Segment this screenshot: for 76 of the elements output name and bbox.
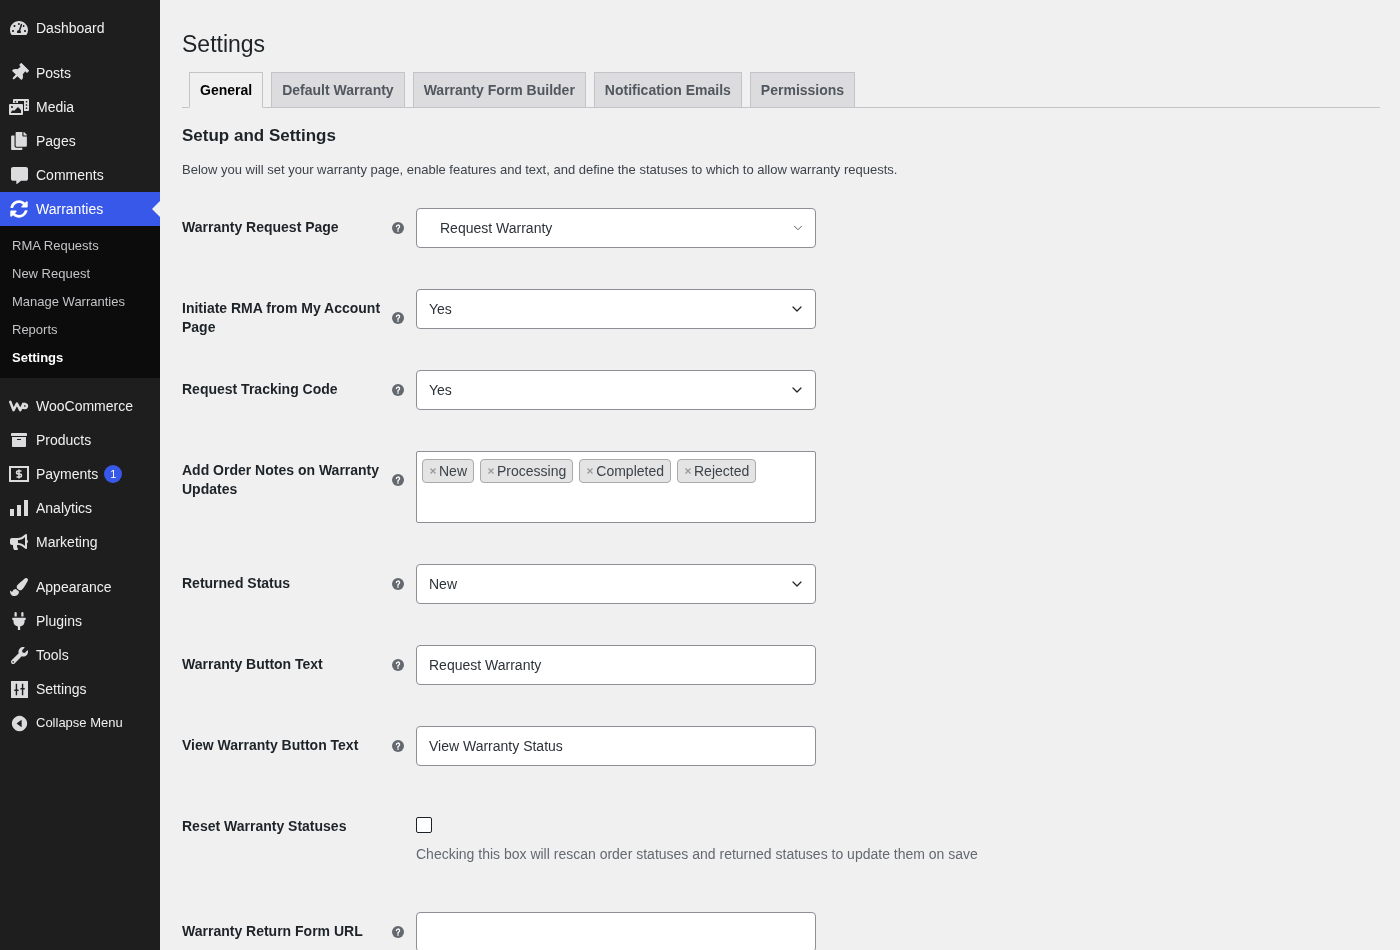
gauge-icon (10, 19, 28, 37)
tab[interactable]: Warranty Form Builder (412, 72, 586, 108)
pages-icon (11, 132, 27, 150)
speech-bubble-icon (10, 166, 28, 184)
menu-item[interactable]: Appearance (0, 570, 160, 604)
help-icon[interactable] (392, 383, 404, 396)
media-icon (9, 98, 29, 116)
notification-count: 1 (104, 465, 123, 483)
field-label: Warranty Request Page (182, 218, 340, 237)
page-title: Settings (182, 30, 267, 59)
field-label: Warranty Return Form URL (182, 922, 364, 941)
dropdown[interactable]: Yes (416, 370, 816, 410)
megaphone-icon (10, 533, 28, 551)
menu-item[interactable]: WooCommerce (0, 389, 160, 423)
menu-item[interactable]: Dashboard (0, 11, 160, 45)
plug-icon (10, 612, 28, 630)
help-icon[interactable] (392, 925, 404, 938)
section-description: Below you will set your warranty page, enable features and text, and define the statuses to which to allow warranty requests. (182, 161, 899, 179)
checkbox[interactable] (416, 817, 432, 833)
menu-item[interactable]: Settings (0, 672, 160, 706)
bar-chart-icon (10, 500, 28, 516)
refresh-icon (10, 200, 28, 218)
menu-item[interactable]: Analytics (0, 491, 160, 525)
dollar-box-icon (9, 466, 29, 482)
field-label: View Warranty Button Text (182, 736, 360, 755)
help-icon[interactable] (392, 221, 404, 234)
menu-item[interactable]: Tools (0, 638, 160, 672)
tag-label: Completed (596, 461, 664, 481)
field-label: Add Order Notes on Warranty Updates (182, 461, 381, 499)
field-label: Reset Warranty Statuses (182, 817, 348, 836)
help-icon[interactable] (392, 312, 404, 324)
dropdown[interactable]: Request Warranty (416, 208, 816, 248)
menu-item[interactable]: Warranties (0, 192, 160, 226)
tab[interactable]: Permissions (749, 72, 856, 108)
menu-item[interactable]: Plugins (0, 604, 160, 638)
tag-label: Rejected (694, 461, 750, 481)
tab[interactable]: General (189, 72, 264, 108)
field-label: Warranty Button Text (182, 655, 324, 674)
tab[interactable]: Default Warranty (271, 72, 405, 108)
menu-item[interactable]: Comments (0, 158, 160, 192)
text-field[interactable] (416, 912, 816, 950)
tag-label: New (439, 461, 467, 481)
menu-item[interactable]: Products (0, 423, 160, 457)
help-icon[interactable] (392, 739, 404, 752)
field-label: Request Tracking Code (182, 380, 339, 399)
submenu-link[interactable]: New Request (0, 260, 160, 288)
collapse-menu-button[interactable]: Collapse Menu (0, 706, 160, 740)
sliders-icon (10, 680, 28, 698)
menu-item[interactable]: Marketing (0, 525, 160, 559)
submenu-link[interactable]: Manage Warranties (0, 288, 160, 316)
help-icon[interactable] (392, 474, 404, 486)
paintbrush-icon (10, 578, 28, 596)
field-label: Returned Status (182, 574, 292, 593)
help-icon[interactable] (392, 658, 404, 671)
text-field[interactable]: Request Warranty (416, 645, 816, 685)
pointer-icon (152, 201, 160, 217)
collapse-icon (10, 714, 28, 732)
archive-box-icon (9, 432, 29, 448)
section-heading: Setup and Settings (182, 125, 337, 146)
menu-item[interactable]: Media (0, 90, 160, 124)
field-label: Initiate RMA from My Account Page (182, 299, 382, 337)
tab[interactable]: Notification Emails (593, 72, 742, 108)
tag-label: Processing (497, 461, 567, 481)
submenu-link[interactable]: Settings (0, 344, 160, 372)
submenu-link[interactable]: RMA Requests (0, 232, 160, 260)
wrench-icon (10, 646, 28, 664)
field-description: Checking this box will rescan order statuses and returned statuses to update them on save (416, 845, 978, 864)
menu-item[interactable]: Pages (0, 124, 160, 158)
logo-icon (9, 400, 29, 412)
text-field[interactable]: View Warranty Status (416, 726, 816, 766)
menu-item[interactable]: Payments 1 (0, 457, 160, 491)
help-icon[interactable] (392, 577, 404, 590)
menu-item[interactable]: Posts (0, 56, 160, 90)
submenu-link[interactable]: Reports (0, 316, 160, 344)
dropdown[interactable]: New (416, 564, 816, 604)
dropdown[interactable]: Yes (416, 289, 816, 329)
